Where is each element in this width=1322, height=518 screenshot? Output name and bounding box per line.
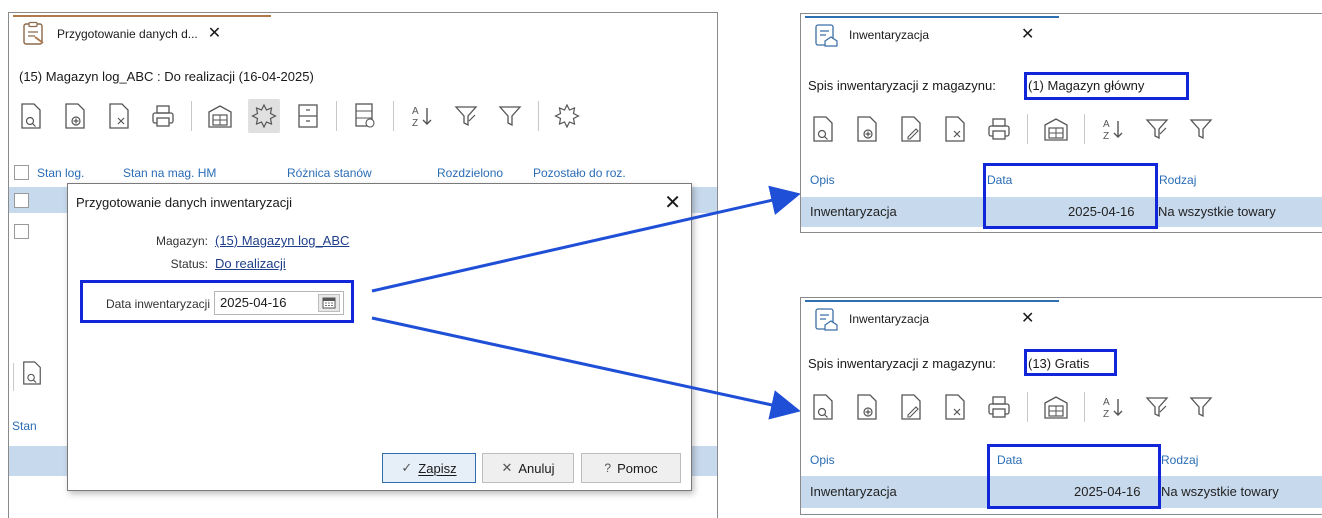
- printer-icon: [988, 118, 1010, 140]
- sort-button[interactable]: AZ: [1097, 390, 1129, 424]
- toolbar-separator: [1027, 392, 1028, 422]
- sort-az-icon: AZ: [1103, 397, 1123, 420]
- document-add-icon: [857, 394, 877, 420]
- filter-icon: [1189, 397, 1213, 418]
- column-header-opis[interactable]: Opis: [810, 453, 835, 467]
- filter-button[interactable]: [1185, 112, 1217, 146]
- close-icon[interactable]: ✕: [1021, 311, 1034, 327]
- delete-button[interactable]: [939, 390, 971, 424]
- document-edit-icon: [901, 116, 921, 142]
- warehouse-highlight-box: [1024, 72, 1189, 100]
- svg-text:A: A: [1103, 397, 1110, 408]
- document-edit-icon: [901, 394, 921, 420]
- toolbar-separator: [1084, 114, 1085, 144]
- document-delete-icon: [945, 394, 965, 420]
- warehouse-highlight-box: [1024, 349, 1117, 376]
- svg-text:Z: Z: [1103, 409, 1109, 420]
- arrow-to-top: [371, 185, 801, 293]
- date-column-highlight-box: [983, 163, 1158, 229]
- cell-opis: Inwentaryzacja: [810, 484, 897, 499]
- filter-edit-button[interactable]: [1141, 112, 1173, 146]
- print-button[interactable]: [983, 112, 1015, 146]
- document-add-icon: [857, 116, 877, 142]
- edit-button[interactable]: [895, 112, 927, 146]
- print-button[interactable]: [983, 390, 1015, 424]
- spis-label: Spis inwentaryzacji z magazynu:: [808, 78, 996, 93]
- cell-rodzaj: Na wszystkie towary: [1158, 204, 1276, 219]
- toolbar-separator: [1084, 392, 1085, 422]
- right-bottom-toolbar: AZ: [807, 390, 1229, 424]
- edit-button[interactable]: [895, 390, 927, 424]
- column-header-opis[interactable]: Opis: [810, 173, 835, 187]
- delete-button[interactable]: [939, 112, 971, 146]
- add-button[interactable]: [851, 390, 883, 424]
- right-top-toolbar: AZ: [807, 112, 1229, 146]
- document-search-icon: [813, 116, 833, 142]
- close-icon[interactable]: ✕: [1021, 27, 1034, 43]
- inventory-tab[interactable]: Inwentaryzacja ✕: [805, 16, 1059, 52]
- sort-button[interactable]: AZ: [1097, 112, 1129, 146]
- right-top-window: Inwentaryzacja ✕ Spis inwentaryzacji z m…: [800, 13, 1322, 233]
- filter-edit-button[interactable]: [1141, 390, 1173, 424]
- warehouse-button[interactable]: [1040, 112, 1072, 146]
- warehouse-icon: [1044, 396, 1068, 419]
- filter-edit-icon: [1145, 397, 1169, 418]
- printer-icon: [988, 396, 1010, 418]
- filter-icon: [1189, 119, 1213, 140]
- cell-rodzaj: Na wszystkie towary: [1161, 484, 1279, 499]
- arrow-to-bottom: [371, 316, 801, 420]
- filter-edit-icon: [1145, 119, 1169, 140]
- inventory-tab[interactable]: Inwentaryzacja ✕: [805, 300, 1059, 336]
- filter-button[interactable]: [1185, 390, 1217, 424]
- preview-button[interactable]: [807, 112, 839, 146]
- toolbar-separator: [1027, 114, 1028, 144]
- sort-az-icon: AZ: [1103, 119, 1123, 142]
- inventory-icon: [815, 24, 838, 47]
- document-search-icon: [813, 394, 833, 420]
- add-button[interactable]: [851, 112, 883, 146]
- column-header-rodzaj[interactable]: Rodzaj: [1161, 453, 1198, 467]
- document-delete-icon: [945, 116, 965, 142]
- date-column-highlight-box: [987, 444, 1161, 509]
- right-bottom-window: Inwentaryzacja ✕ Spis inwentaryzacji z m…: [800, 297, 1322, 515]
- warehouse-button[interactable]: [1040, 390, 1072, 424]
- spis-label: Spis inwentaryzacji z magazynu:: [808, 356, 996, 371]
- preview-button[interactable]: [807, 390, 839, 424]
- inventory-tab-label: Inwentaryzacja: [849, 312, 930, 326]
- warehouse-icon: [1044, 118, 1068, 141]
- inventory-tab-label: Inwentaryzacja: [849, 28, 930, 42]
- svg-text:A: A: [1103, 119, 1110, 130]
- svg-text:Z: Z: [1103, 131, 1109, 142]
- column-header-rodzaj[interactable]: Rodzaj: [1159, 173, 1196, 187]
- cell-opis: Inwentaryzacja: [810, 204, 897, 219]
- inventory-icon: [815, 308, 838, 331]
